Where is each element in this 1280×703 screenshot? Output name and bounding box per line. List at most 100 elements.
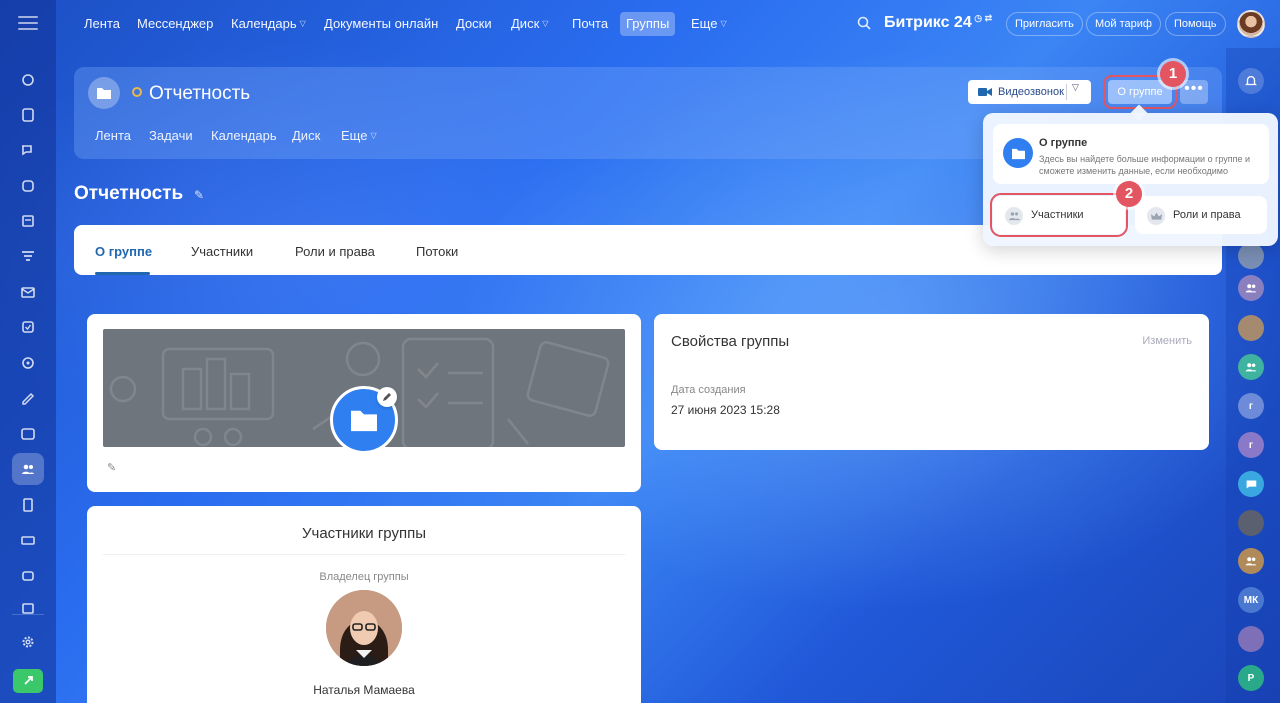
chevron-down-icon: ▽: [299, 19, 306, 28]
group-nav-disk[interactable]: Диск: [292, 128, 320, 143]
step-badge-2: 2: [1116, 181, 1142, 207]
search-icon[interactable]: [856, 15, 872, 36]
chat-avatar[interactable]: [1238, 471, 1264, 497]
group-chat-avatar[interactable]: [1238, 548, 1264, 574]
contact-center-icon[interactable]: [12, 418, 44, 450]
contact-initial-avatar[interactable]: Р: [1238, 665, 1264, 691]
contact-avatar[interactable]: [1238, 510, 1264, 536]
divider: [1066, 84, 1067, 100]
booking-icon[interactable]: [12, 592, 44, 624]
contact-avatar[interactable]: [1238, 243, 1264, 269]
contact-initial-avatar[interactable]: МК: [1238, 587, 1264, 613]
contact-initial-avatar[interactable]: г: [1238, 432, 1264, 458]
filter-icon[interactable]: [12, 241, 44, 273]
clock-icon: ◷ ⇄: [971, 13, 993, 23]
rocket-icon[interactable]: [13, 669, 43, 693]
user-avatar[interactable]: [1237, 10, 1265, 38]
status-dot-icon: [132, 87, 142, 97]
feed-icon[interactable]: [12, 99, 44, 131]
tab-members[interactable]: Участники: [191, 244, 253, 259]
more-options-button[interactable]: •••: [1180, 80, 1208, 104]
popup-item-about[interactable]: О группе Здесь вы найдете больше информа…: [993, 124, 1269, 184]
topnav-mail[interactable]: Почта: [566, 12, 614, 36]
invite-button[interactable]: Пригласить: [1006, 12, 1083, 36]
groups-icon[interactable]: [12, 453, 44, 485]
tasks-icon[interactable]: [12, 311, 44, 343]
owner-avatar[interactable]: [326, 590, 402, 666]
group-chat-avatar[interactable]: [1238, 354, 1264, 380]
settings-gear-icon[interactable]: [12, 626, 44, 658]
chevron-down-icon: ▽: [542, 19, 549, 28]
group-cover-card: ✎: [87, 314, 641, 492]
tariff-button[interactable]: Мой тариф: [1086, 12, 1161, 36]
robot-icon[interactable]: [12, 64, 44, 96]
left-sidebar: [0, 0, 56, 703]
contact-avatar[interactable]: [1238, 315, 1264, 341]
tab-roles[interactable]: Роли и права: [295, 244, 375, 259]
group-nav-calendar[interactable]: Календарь: [211, 128, 277, 143]
owner-portrait: [326, 590, 402, 666]
topnav-more[interactable]: Еще ▽: [685, 12, 733, 36]
chevron-down-icon: ▽: [720, 19, 727, 28]
calendar-icon[interactable]: [12, 205, 44, 237]
topnav-disk[interactable]: Диск ▽: [505, 12, 554, 36]
brand-logo[interactable]: Битрикс 24 ◷ ⇄: [884, 13, 992, 32]
group-members-card: Участники группы Владелец группы Наталья…: [87, 506, 641, 703]
top-navigation: Лента Мессенджер Календарь ▽ Документы он…: [56, 0, 1280, 48]
owner-name: Наталья Мамаева: [313, 683, 415, 697]
edit-pencil-icon[interactable]: [377, 387, 397, 407]
chat-icon[interactable]: [12, 134, 44, 166]
group-chat-avatar[interactable]: [1238, 275, 1264, 301]
members-title: Участники группы: [302, 525, 426, 542]
crown-icon: [1147, 207, 1165, 225]
active-tab-indicator: [95, 272, 150, 275]
topnav-calendar[interactable]: Календарь ▽: [225, 12, 312, 36]
mail-icon[interactable]: [12, 276, 44, 308]
about-group-popup: О группе Здесь вы найдете больше информа…: [983, 113, 1278, 246]
group-title: Отчетность: [149, 83, 251, 104]
group-nav-feed[interactable]: Лента: [95, 128, 131, 143]
owner-label: Владелец группы: [319, 571, 409, 583]
chevron-down-icon[interactable]: ▽: [1072, 82, 1079, 93]
properties-title: Свойства группы: [671, 333, 790, 350]
folder-icon: [1003, 138, 1033, 168]
camera-icon: [978, 88, 992, 96]
bot-icon[interactable]: [12, 559, 44, 591]
topnav-groups[interactable]: Группы: [620, 12, 676, 36]
topnav-docs-online[interactable]: Документы онлайн: [318, 12, 444, 36]
group-nav-more[interactable]: Еще ▽: [341, 128, 377, 143]
videocall-button[interactable]: Видеозвонок ▽: [968, 80, 1091, 104]
tab-about[interactable]: О группе: [95, 244, 152, 259]
sidebar-divider: [12, 614, 44, 615]
topnav-boards[interactable]: Доски: [450, 12, 498, 36]
edit-properties-link[interactable]: Изменить: [1142, 335, 1192, 347]
page-title: Отчетность: [74, 183, 184, 204]
users-icon: [1005, 207, 1023, 225]
topnav-feed[interactable]: Лента: [78, 12, 126, 36]
topnav-messenger[interactable]: Мессенджер: [131, 12, 219, 36]
sign-icon[interactable]: [12, 382, 44, 414]
pin-icon[interactable]: ✎: [194, 188, 204, 202]
contact-avatar[interactable]: [1238, 626, 1264, 652]
docs-icon[interactable]: [12, 489, 44, 521]
contact-initial-avatar[interactable]: г: [1238, 393, 1264, 419]
created-date-label: Дата создания: [671, 384, 746, 396]
step-badge-1: 1: [1160, 61, 1186, 87]
menu-burger-icon[interactable]: [18, 14, 38, 32]
popup-item-roles[interactable]: Роли и права: [1135, 196, 1267, 234]
group-nav-tasks[interactable]: Задачи: [149, 128, 193, 143]
chevron-down-icon: ▽: [370, 131, 377, 140]
folder-icon: [88, 77, 120, 109]
video-icon[interactable]: [12, 170, 44, 202]
created-date-value: 27 июня 2023 15:28: [671, 403, 780, 417]
about-group-button[interactable]: О группе: [1103, 75, 1177, 109]
crm-icon[interactable]: [12, 347, 44, 379]
help-button[interactable]: Помощь: [1165, 12, 1226, 36]
divider: [103, 554, 625, 555]
popup-item-members[interactable]: Участники: [990, 193, 1128, 237]
tab-streams[interactable]: Потоки: [416, 244, 458, 259]
edit-cover-icon[interactable]: ✎: [107, 461, 116, 474]
group-properties-card: Свойства группы Изменить Дата создания 2…: [654, 314, 1209, 450]
bell-icon[interactable]: [1238, 68, 1264, 94]
store-icon[interactable]: [12, 524, 44, 556]
